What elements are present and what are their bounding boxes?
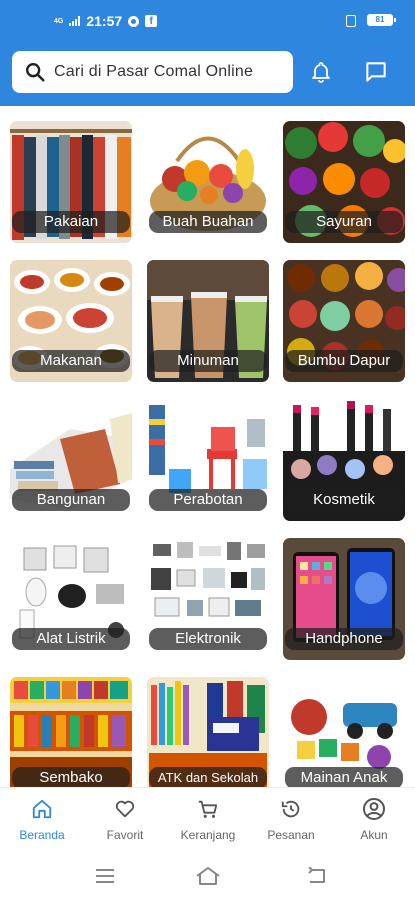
category-bangunan[interactable]: Bangunan <box>10 399 132 521</box>
category-kosmetik[interactable]: Kosmetik <box>283 399 405 521</box>
category-mainan-anak[interactable]: Mainan Anak <box>283 677 405 799</box>
chat-icon <box>366 62 386 82</box>
vibrate-icon <box>343 14 357 27</box>
search-placeholder: Cari di Pasar Comal Online <box>54 63 254 80</box>
status-bar: 4G 21:57 f 81 <box>0 0 415 40</box>
nav-beranda[interactable]: Beranda <box>7 796 77 848</box>
category-elektronik[interactable]: Elektronik <box>147 538 269 660</box>
nav-label: Beranda <box>19 828 65 842</box>
category-label: Sayuran <box>285 211 403 233</box>
category-sayuran[interactable]: Sayuran <box>283 121 405 243</box>
category-label: Mainan Anak <box>285 767 403 789</box>
app-screen: 4G 21:57 f 81 Cari di Pasar Comal Online <box>0 0 415 900</box>
category-label: ATK dan Sekolah <box>149 767 267 789</box>
category-label: Makanan <box>12 350 130 372</box>
back-icon <box>308 867 325 883</box>
category-bumbu-dapur[interactable]: Bumbu Dapur <box>283 260 405 382</box>
nav-akun[interactable]: Akun <box>339 796 409 848</box>
category-label: Bangunan <box>12 489 130 511</box>
app-header: Cari di Pasar Comal Online <box>0 40 415 106</box>
category-label: Buah Buahan <box>149 211 267 233</box>
home-outline-icon <box>196 867 220 885</box>
chat-button[interactable] <box>362 58 390 86</box>
battery-level: 81 <box>375 15 385 24</box>
category-label: Bumbu Dapur <box>285 350 403 372</box>
category-perabotan[interactable]: Perabotan <box>147 399 269 521</box>
category-alat-listrik[interactable]: Alat Listrik <box>10 538 132 660</box>
category-makanan[interactable]: Makanan <box>10 260 132 382</box>
nav-label: Pesanan <box>267 828 315 842</box>
category-label: Perabotan <box>149 489 267 511</box>
account-icon <box>363 798 385 820</box>
category-label: Minuman <box>149 350 267 372</box>
bottom-navigation: Beranda Favorit Keranjang Pesanan Akun <box>0 787 415 853</box>
notification-dot-icon <box>128 15 140 27</box>
category-handphone[interactable]: Handphone <box>283 538 405 660</box>
system-navigation-bar <box>0 853 415 900</box>
system-back-button[interactable] <box>302 865 332 887</box>
history-icon <box>281 800 300 818</box>
home-icon <box>32 799 52 819</box>
category-label: Kosmetik <box>285 489 403 511</box>
category-label: Elektronik <box>149 628 267 650</box>
network-type: 4G <box>54 17 64 25</box>
category-label: Sembako <box>12 767 130 789</box>
status-time: 21:57 <box>86 13 123 29</box>
category-buah-buahan[interactable]: Buah Buahan <box>147 121 269 243</box>
nav-label: Akun <box>360 828 388 842</box>
category-minuman[interactable]: Minuman <box>147 260 269 382</box>
cart-icon <box>198 800 218 818</box>
facebook-icon: f <box>145 15 158 27</box>
battery-icon: 81 <box>367 14 396 26</box>
notification-button[interactable] <box>307 58 335 86</box>
bell-icon <box>312 62 330 83</box>
search-icon <box>26 63 45 82</box>
nav-label: Favorit <box>106 828 144 842</box>
category-label: Pakaian <box>12 211 130 233</box>
category-atk-dan-sekolah[interactable]: ATK dan Sekolah <box>147 677 269 799</box>
heart-icon <box>115 800 135 818</box>
signal-icon <box>69 16 81 26</box>
system-home-button[interactable] <box>193 865 223 887</box>
category-pakaian[interactable]: Pakaian <box>10 121 132 243</box>
nav-label: Keranjang <box>180 828 236 842</box>
category-label: Handphone <box>285 628 403 650</box>
category-label: Alat Listrik <box>12 628 130 650</box>
recent-apps-button[interactable] <box>90 865 120 887</box>
menu-icon <box>96 869 114 883</box>
category-sembako[interactable]: Sembako <box>10 677 132 799</box>
search-input[interactable]: Cari di Pasar Comal Online <box>12 51 293 93</box>
nav-favorit[interactable]: Favorit <box>90 796 160 848</box>
nav-pesanan[interactable]: Pesanan <box>256 796 326 848</box>
nav-keranjang[interactable]: Keranjang <box>173 796 243 848</box>
